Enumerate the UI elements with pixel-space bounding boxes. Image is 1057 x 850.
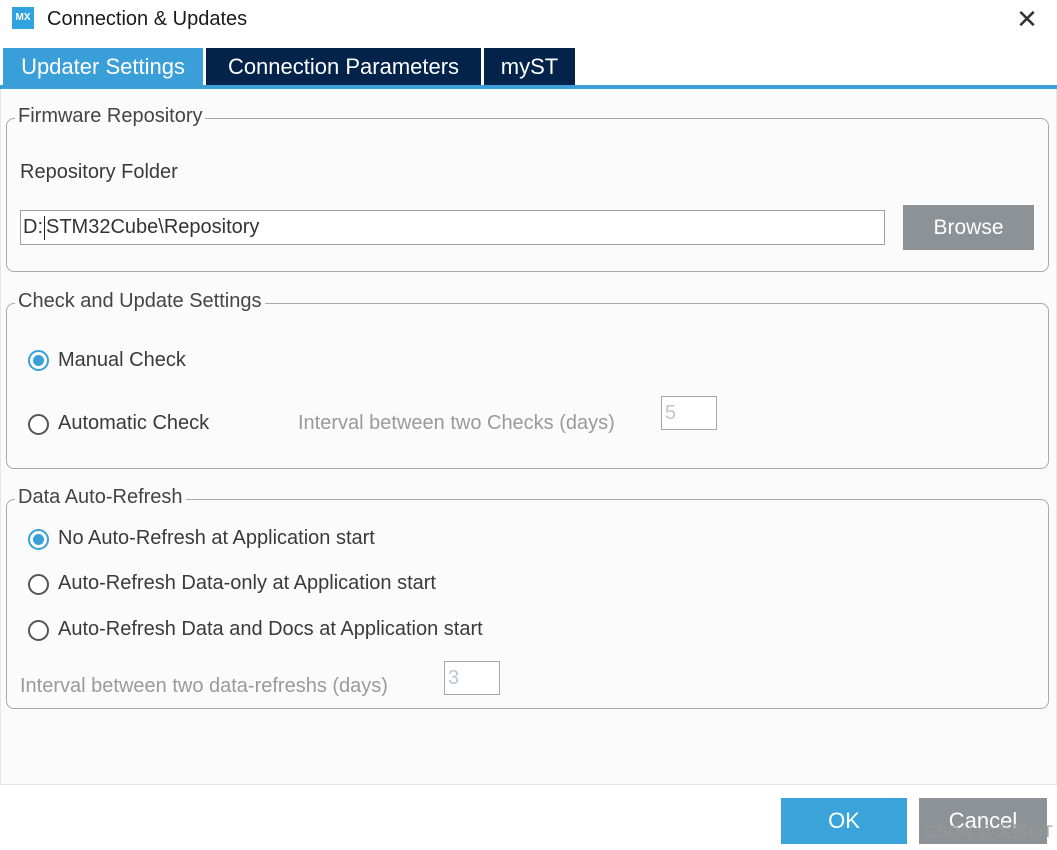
data-refresh-interval-input[interactable]: 3: [444, 661, 500, 695]
no-auto-refresh-radio[interactable]: [28, 529, 49, 550]
manual-check-label[interactable]: Manual Check: [58, 349, 186, 372]
tab-myst[interactable]: myST: [484, 48, 575, 86]
repository-folder-label: Repository Folder: [20, 161, 178, 183]
automatic-check-label[interactable]: Automatic Check: [58, 412, 209, 435]
close-icon[interactable]: ✕: [1015, 6, 1039, 32]
dialog-footer: OK Cancel CSDN @大狼IoT: [0, 786, 1057, 850]
browse-button[interactable]: Browse: [903, 205, 1034, 250]
tab-bar: Updater Settings Connection Parameters m…: [0, 42, 1057, 88]
window-title: Connection & Updates: [47, 8, 248, 30]
check-update-settings-group: Check and Update Settings Manual Check A…: [6, 290, 1049, 469]
data-refresh-interval-label: Interval between two data-refreshs (days…: [20, 675, 388, 697]
check-interval-label: Interval between two Checks (days): [298, 412, 615, 434]
text-caret: [44, 215, 45, 240]
repository-folder-input[interactable]: D: STM32Cube\Repository: [20, 210, 885, 245]
check-interval-input[interactable]: 5: [661, 396, 717, 430]
auto-refresh-data-docs-radio[interactable]: [28, 620, 49, 641]
watermark-text: CSDN @大狼IoT: [924, 822, 1053, 841]
firmware-repository-group: Firmware Repository Repository Folder D:…: [6, 105, 1049, 272]
no-auto-refresh-label[interactable]: No Auto-Refresh at Application start: [58, 527, 375, 550]
title-bar: MX Connection & Updates ✕: [0, 0, 1057, 42]
check-update-settings-legend: Check and Update Settings: [15, 290, 265, 313]
tab-content-updater-settings: Firmware Repository Repository Folder D:…: [0, 89, 1057, 785]
firmware-repository-legend: Firmware Repository: [15, 105, 206, 128]
tab-connection-parameters[interactable]: Connection Parameters: [206, 48, 481, 86]
auto-refresh-data-docs-label[interactable]: Auto-Refresh Data and Docs at Applicatio…: [58, 618, 483, 641]
ok-button[interactable]: OK: [781, 798, 907, 844]
automatic-check-radio[interactable]: [28, 414, 49, 435]
auto-refresh-data-only-radio[interactable]: [28, 574, 49, 595]
data-auto-refresh-group: Data Auto-Refresh No Auto-Refresh at App…: [6, 486, 1049, 709]
repository-folder-value-path: STM32Cube\Repository: [46, 216, 260, 238]
tab-updater-settings[interactable]: Updater Settings: [3, 48, 203, 86]
repository-folder-value-drive: D:: [23, 216, 43, 238]
data-auto-refresh-legend: Data Auto-Refresh: [15, 486, 186, 509]
manual-check-radio[interactable]: [28, 350, 49, 371]
mx-logo-icon: MX: [12, 7, 34, 29]
auto-refresh-data-only-label[interactable]: Auto-Refresh Data-only at Application st…: [58, 572, 436, 595]
